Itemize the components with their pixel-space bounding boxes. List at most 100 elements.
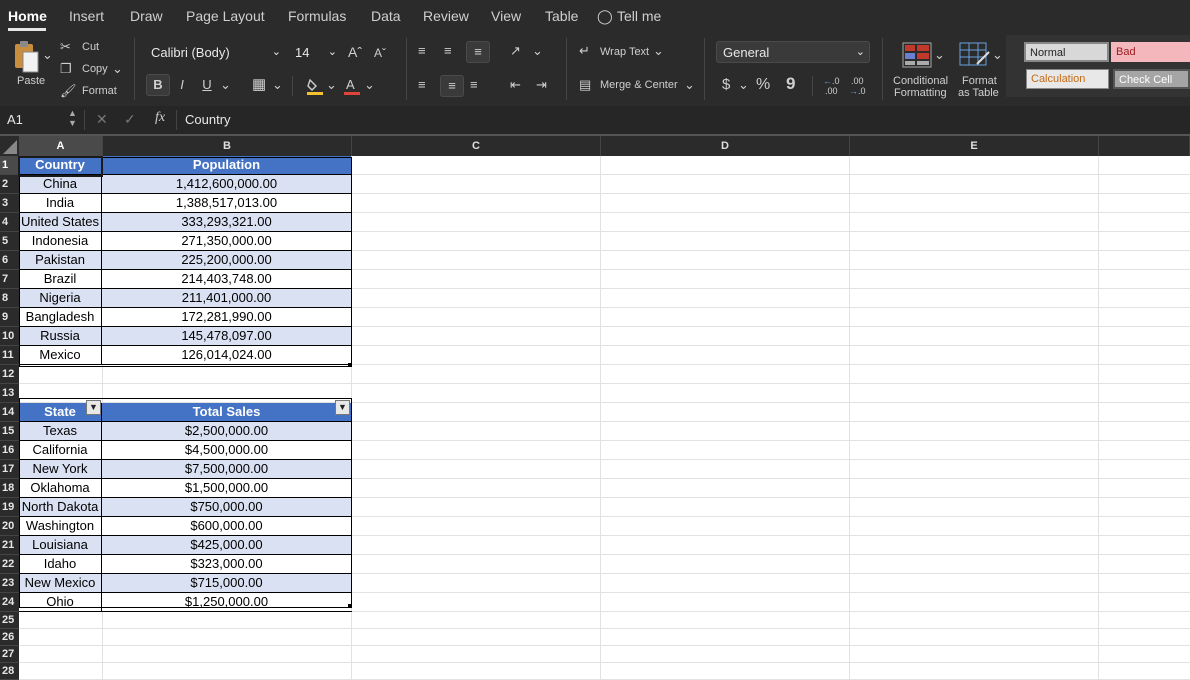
table-cell-value[interactable]: $2,500,000.00 — [102, 422, 351, 441]
table-cell-value[interactable]: 1,388,517,013.00 — [102, 194, 351, 213]
decrease-indent-icon[interactable]: ⇤ — [510, 76, 521, 94]
row-header[interactable]: 24 — [0, 593, 19, 612]
column-header-a[interactable]: A — [19, 136, 103, 156]
row-header[interactable]: 21 — [0, 536, 19, 555]
currency-chevron-icon[interactable]: ⌄ — [738, 76, 749, 94]
spreadsheet-grid[interactable]: A B C D E 1 2 3 4 5 6 7 8 9 10 11 12 13 14 15 16 17 18 19 2… — [0, 136, 1190, 680]
row-header[interactable]: 18 — [0, 479, 19, 498]
borders-icon[interactable]: ▦ — [252, 76, 266, 94]
row-header[interactable]: 15 — [0, 422, 19, 441]
row-header[interactable]: 22 — [0, 555, 19, 574]
table-header-cell[interactable]: Population — [102, 156, 351, 175]
font-size-dropdown[interactable]: 14 ⌄ — [288, 41, 342, 63]
table-cell-value[interactable]: 1,412,600,000.00 — [102, 175, 351, 194]
row-header[interactable]: 28 — [0, 663, 19, 680]
table-cell-label[interactable]: Bangladesh — [19, 308, 102, 327]
row-header[interactable]: 2 — [0, 175, 19, 194]
table-resize-handle[interactable] — [348, 363, 352, 367]
merge-center-icon[interactable]: ▤ — [579, 76, 591, 94]
column-header-e[interactable]: E — [850, 136, 1099, 156]
column-header-d[interactable]: D — [601, 136, 850, 156]
orientation-chevron-icon[interactable]: ⌄ — [532, 42, 543, 60]
copy-chevron-icon[interactable]: ⌄ — [112, 60, 123, 78]
wrap-text-chevron-icon[interactable]: ⌄ — [653, 42, 664, 60]
style-check-cell[interactable]: Check Cell — [1113, 69, 1190, 89]
table-cell-label[interactable]: China — [19, 175, 102, 194]
align-left-icon[interactable]: ≡ — [418, 76, 426, 94]
font-color-chevron-icon[interactable]: ⌄ — [364, 76, 375, 94]
format-as-table-icon[interactable] — [959, 42, 991, 68]
row-header[interactable]: 3 — [0, 194, 19, 213]
table-cell-label[interactable]: New York — [19, 460, 102, 479]
row-header[interactable]: 17 — [0, 460, 19, 479]
table-cell-label[interactable]: Nigeria — [19, 289, 102, 308]
number-format-dropdown[interactable]: General ⌄ — [716, 41, 870, 63]
tab-table[interactable]: Table — [545, 8, 578, 24]
tab-view[interactable]: View — [491, 8, 521, 24]
row-header[interactable]: 16 — [0, 441, 19, 460]
underline-button[interactable]: U — [200, 76, 214, 94]
table-cell-label[interactable]: Texas — [19, 422, 102, 441]
format-painter-button[interactable]: Format — [82, 85, 117, 97]
paste-button[interactable]: Paste — [17, 75, 45, 87]
row-header[interactable]: 19 — [0, 498, 19, 517]
conditional-formatting-chevron-icon[interactable]: ⌄ — [934, 46, 945, 64]
column-header-f[interactable] — [1099, 136, 1190, 156]
increase-indent-icon[interactable]: ⇥ — [536, 76, 547, 94]
table-header-cell[interactable]: Country — [19, 156, 102, 175]
align-bottom-icon[interactable]: ≡ — [466, 41, 490, 63]
increase-font-size-icon[interactable]: Aˆ — [348, 43, 362, 61]
fill-color-chevron-icon[interactable]: ⌄ — [326, 76, 337, 94]
row-header[interactable]: 4 — [0, 213, 19, 232]
tab-review[interactable]: Review — [423, 8, 469, 24]
table-cell-label[interactable]: Pakistan — [19, 251, 102, 270]
conditional-formatting-label-2[interactable]: Formatting — [894, 87, 947, 99]
row-header[interactable]: 27 — [0, 646, 19, 663]
row-header[interactable]: 10 — [0, 327, 19, 346]
paste-chevron-icon[interactable]: ⌄ — [42, 46, 53, 64]
tab-page-layout[interactable]: Page Layout — [186, 8, 265, 24]
cancel-icon[interactable]: ✕ — [96, 111, 108, 128]
table-cell-label[interactable]: Russia — [19, 327, 102, 346]
table-cell-label[interactable]: United States — [19, 213, 102, 232]
table-cell-label[interactable]: Louisiana — [19, 536, 102, 555]
currency-button[interactable]: $ — [722, 76, 730, 94]
table-cell-label[interactable]: Oklahoma — [19, 479, 102, 498]
conditional-formatting-label-1[interactable]: Conditional — [893, 75, 948, 87]
format-as-table-chevron-icon[interactable]: ⌄ — [992, 46, 1003, 64]
row-header[interactable]: 6 — [0, 251, 19, 270]
style-calculation[interactable]: Calculation — [1026, 69, 1109, 89]
tab-draw[interactable]: Draw — [130, 8, 163, 24]
table-cell-label[interactable]: Indonesia — [19, 232, 102, 251]
merge-center-chevron-icon[interactable]: ⌄ — [684, 76, 695, 94]
table-cell-label[interactable]: Washington — [19, 517, 102, 536]
table-cell-value[interactable]: $7,500,000.00 — [102, 460, 351, 479]
wrap-text-icon[interactable]: ↵ — [579, 42, 590, 60]
row-header[interactable]: 8 — [0, 289, 19, 308]
row-header[interactable]: 20 — [0, 517, 19, 536]
table-cell-value[interactable]: 225,200,000.00 — [102, 251, 351, 270]
table-cell-value[interactable]: 211,401,000.00 — [102, 289, 351, 308]
increase-decimal-icon[interactable]: ←.0.00 — [823, 76, 840, 96]
comma-style-button[interactable]: 9 — [786, 75, 795, 93]
orientation-icon[interactable]: ↗ — [510, 42, 521, 60]
row-header[interactable]: 26 — [0, 629, 19, 646]
bold-button[interactable]: B — [146, 74, 170, 96]
confirm-icon[interactable]: ✓ — [124, 111, 136, 128]
underline-chevron-icon[interactable]: ⌄ — [220, 76, 231, 94]
tab-tell-me[interactable]: Tell me — [617, 8, 661, 24]
table-resize-handle[interactable] — [348, 604, 352, 608]
italic-button[interactable]: I — [176, 76, 188, 94]
row-header[interactable]: 12 — [0, 365, 19, 384]
table-cell-label[interactable]: North Dakota — [19, 498, 102, 517]
table-cell-value[interactable]: 145,478,097.00 — [102, 327, 351, 346]
format-as-table-label-1[interactable]: Format — [962, 75, 997, 87]
align-middle-icon[interactable]: ≡ — [444, 42, 452, 60]
format-painter-icon[interactable]: 🖌 — [60, 82, 77, 100]
filter-dropdown-icon[interactable]: ▼ — [335, 400, 350, 415]
row-header[interactable]: 13 — [0, 384, 19, 403]
borders-chevron-icon[interactable]: ⌄ — [272, 76, 283, 94]
table-cell-value[interactable]: $1,500,000.00 — [102, 479, 351, 498]
row-header[interactable]: 14 — [0, 403, 19, 422]
fill-color-icon[interactable] — [306, 76, 324, 96]
